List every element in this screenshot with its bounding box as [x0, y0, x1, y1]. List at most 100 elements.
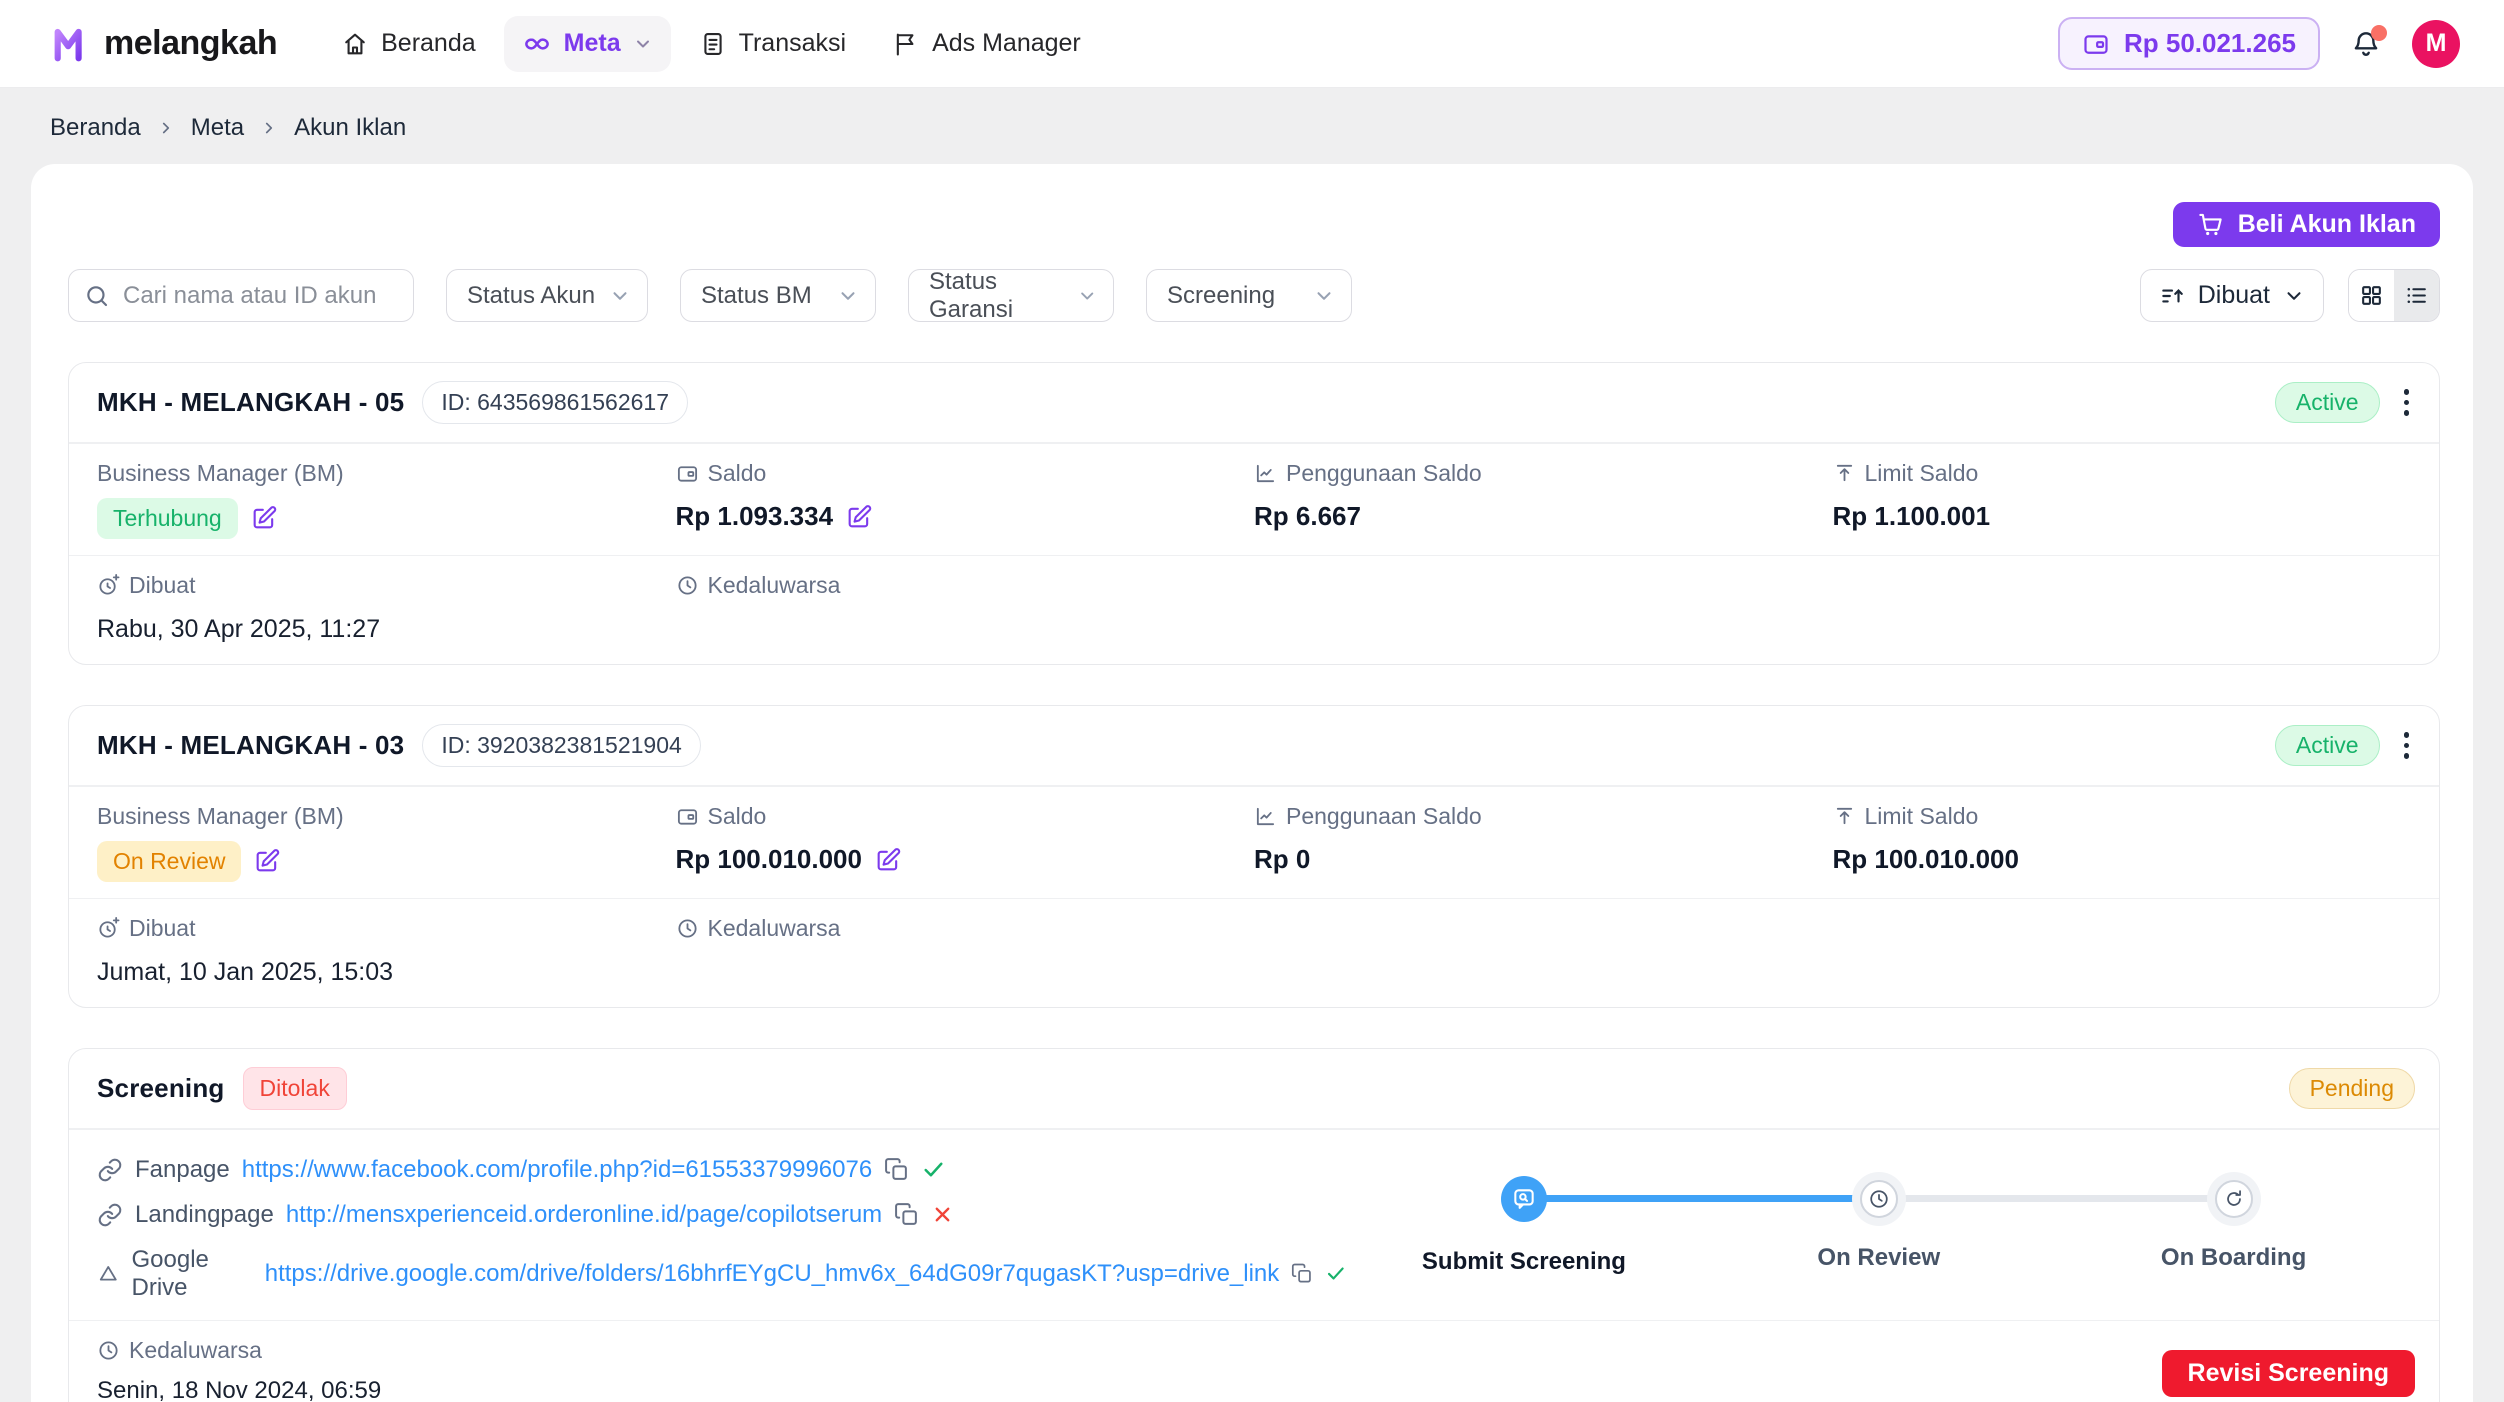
screening-title: Screening	[97, 1073, 225, 1104]
sort-label: Dibuat	[2198, 281, 2270, 310]
nav-label: Meta	[564, 29, 621, 58]
copy-icon[interactable]	[1291, 1261, 1313, 1286]
copy-icon[interactable]	[884, 1157, 909, 1182]
main-content-card: Beli Akun Iklan Status Akun Status BM St…	[31, 164, 2473, 1402]
grid-icon	[2359, 283, 2384, 308]
sort-icon	[2159, 283, 2185, 309]
edit-icon[interactable]	[874, 846, 902, 874]
grid-view-button[interactable]	[2349, 270, 2394, 321]
line-chart-icon	[1254, 805, 1277, 828]
filter-label: Screening	[1167, 282, 1275, 310]
saldo-value: Rp 1.093.334	[676, 501, 834, 532]
kebab-menu-icon[interactable]	[2398, 383, 2416, 422]
stat-label-text: Dibuat	[129, 572, 195, 599]
nav-label: Ads Manager	[932, 29, 1081, 58]
link-row-fanpage: Fanpage https://www.facebook.com/profile…	[97, 1156, 1347, 1184]
stat-limit: Limit Saldo Rp 1.100.001	[1833, 460, 2412, 539]
stat-label-text: Limit Saldo	[1865, 460, 1979, 487]
meta-infinity-icon	[522, 29, 552, 59]
limit-value: Rp 100.010.000	[1833, 844, 2019, 875]
clock-icon	[97, 1339, 120, 1362]
step-on-boarding: On Boarding	[2056, 1176, 2411, 1276]
copy-icon[interactable]	[894, 1202, 919, 1227]
account-card: MKH - MELANGKAH - 03 ID: 392038238152190…	[68, 705, 2440, 1008]
avatar[interactable]: M	[2412, 20, 2460, 68]
buy-ad-account-button[interactable]: Beli Akun Iklan	[2173, 202, 2440, 247]
step-label: On Review	[1817, 1244, 1940, 1272]
refresh-icon	[2223, 1188, 2245, 1210]
sort-dropdown[interactable]: Dibuat	[2140, 269, 2324, 322]
filter-status-bm[interactable]: Status BM	[680, 269, 876, 322]
stat-kedaluwarsa: Kedaluwarsa Senin, 18 Nov 2024, 06:59	[97, 1337, 381, 1402]
saldo-value: Rp 100.010.000	[676, 844, 862, 875]
edit-icon[interactable]	[845, 503, 873, 531]
kebab-menu-icon[interactable]	[2398, 726, 2416, 765]
melangkah-logo-icon	[50, 22, 94, 66]
view-toggle	[2348, 269, 2440, 322]
notifications-button[interactable]	[2350, 28, 2382, 60]
filter-label: Status Garansi	[929, 268, 1077, 324]
nav-item-meta[interactable]: Meta	[504, 16, 671, 72]
step-label: On Boarding	[2161, 1244, 2306, 1272]
screening-card: Screening Ditolak Pending Fanpage https:…	[68, 1048, 2440, 1402]
step-circle	[2215, 1180, 2253, 1218]
filter-label: Status Akun	[467, 282, 595, 310]
brand-logo[interactable]: melangkah	[50, 22, 277, 66]
list-view-button[interactable]	[2394, 270, 2439, 321]
chevron-right-icon	[260, 119, 278, 137]
nav-item-transaksi[interactable]: Transaksi	[681, 16, 864, 71]
search-input[interactable]	[68, 269, 414, 322]
chevron-down-icon	[633, 34, 653, 54]
stat-dibuat: Dibuat Rabu, 30 Apr 2025, 11:27	[97, 572, 676, 648]
stat-dibuat: Dibuat Jumat, 10 Jan 2025, 15:03	[97, 915, 676, 991]
google-drive-link[interactable]: https://drive.google.com/drive/folders/1…	[265, 1260, 1280, 1288]
stat-label-text: Saldo	[708, 803, 767, 830]
edit-icon[interactable]	[253, 847, 281, 875]
breadcrumb: Beranda Meta Akun Iklan	[0, 88, 2504, 164]
chevron-down-icon	[1077, 285, 1097, 307]
breadcrumb-beranda[interactable]: Beranda	[50, 114, 141, 142]
stat-label-text: Limit Saldo	[1865, 803, 1979, 830]
stat-label-text: Kedaluwarsa	[129, 1337, 262, 1364]
filter-screening[interactable]: Screening	[1146, 269, 1352, 322]
nav-item-beranda[interactable]: Beranda	[323, 16, 494, 71]
chevron-down-icon	[837, 285, 859, 307]
clock-plus-icon	[97, 917, 120, 940]
penggunaan-value: Rp 6.667	[1254, 501, 1361, 532]
edit-icon[interactable]	[250, 504, 278, 532]
step-on-review: On Review	[1701, 1176, 2056, 1276]
flag-icon	[892, 30, 920, 58]
wallet-icon	[676, 805, 699, 828]
home-icon	[341, 30, 369, 58]
breadcrumb-meta[interactable]: Meta	[191, 114, 244, 142]
stat-limit: Limit Saldo Rp 100.010.000	[1833, 803, 2412, 882]
nav-item-ads-manager[interactable]: Ads Manager	[874, 16, 1099, 71]
limit-value: Rp 1.100.001	[1833, 501, 1991, 532]
filter-status-akun[interactable]: Status Akun	[446, 269, 648, 322]
limit-arrow-icon	[1833, 805, 1856, 828]
cross-icon	[931, 1203, 954, 1226]
chevron-right-icon	[157, 119, 175, 137]
stat-penggunaan: Penggunaan Saldo Rp 0	[1254, 803, 1833, 882]
revisi-screening-button[interactable]: Revisi Screening	[2162, 1350, 2415, 1397]
fanpage-link[interactable]: https://www.facebook.com/profile.php?id=…	[242, 1156, 872, 1184]
landingpage-link[interactable]: http://mensxperienceid.orderonline.id/pa…	[286, 1201, 882, 1229]
link-icon	[97, 1157, 123, 1183]
nav-label: Transaksi	[739, 29, 846, 58]
screening-doc-icon	[1511, 1186, 1537, 1212]
account-name: MKH - MELANGKAH - 05	[97, 387, 404, 418]
kedaluwarsa-value: Senin, 18 Nov 2024, 06:59	[97, 1377, 381, 1402]
receipt-icon	[699, 30, 727, 58]
nav-label: Beranda	[381, 29, 476, 58]
top-right-actions: Rp 50.021.265 M	[2058, 17, 2460, 70]
main-nav: Beranda Meta Transaksi Ads Manager	[323, 16, 1099, 72]
check-icon	[1325, 1261, 1347, 1286]
screening-result-badge: Ditolak	[243, 1067, 347, 1110]
account-card: MKH - MELANGKAH - 05 ID: 643569861562617…	[68, 362, 2440, 665]
wallet-balance-button[interactable]: Rp 50.021.265	[2058, 17, 2320, 70]
link-label: Fanpage	[135, 1156, 230, 1184]
wallet-icon	[2082, 30, 2110, 58]
filter-status-garansi[interactable]: Status Garansi	[908, 269, 1114, 322]
stat-label-text: Dibuat	[129, 915, 195, 942]
filter-label: Status BM	[701, 282, 812, 310]
